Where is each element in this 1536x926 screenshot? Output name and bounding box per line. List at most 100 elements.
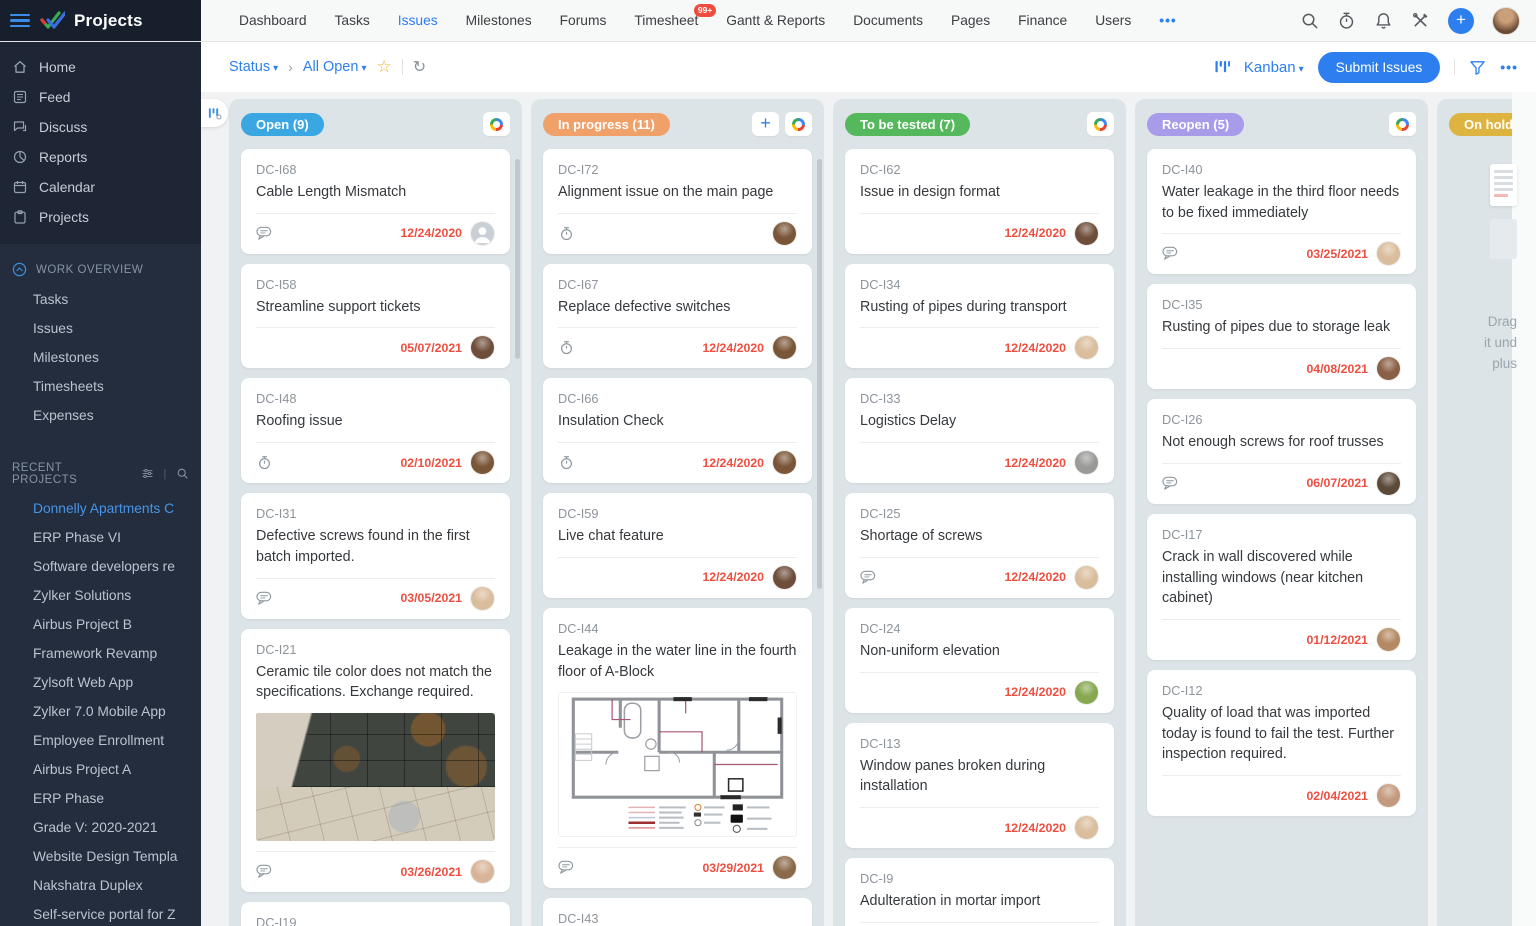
comment-icon[interactable] — [1162, 476, 1179, 491]
nav-item-timesheet[interactable]: Timesheet 99+ — [622, 4, 717, 34]
column-status-pill[interactable]: Reopen (5) — [1147, 112, 1245, 136]
recent-project-zylker-solutions[interactable]: Zylker Solutions — [0, 581, 201, 610]
assignee-avatar[interactable] — [470, 220, 495, 246]
assignee-avatar[interactable] — [1376, 627, 1401, 653]
refresh-icon[interactable]: ↻ — [413, 57, 426, 77]
issue-card[interactable]: DC-I17 Crack in wall discovered while ins… — [1147, 513, 1416, 661]
assignee-avatar[interactable] — [772, 450, 797, 476]
work-overview-item-expenses[interactable]: Expenses — [0, 401, 201, 430]
recent-project-framework-revamp[interactable]: Framework Revamp — [0, 639, 201, 668]
recent-project-website-design-templa[interactable]: Website Design Templa — [0, 842, 201, 871]
recent-project-airbus-project-a[interactable]: Airbus Project A — [0, 755, 201, 784]
column-scrollbar[interactable] — [515, 159, 520, 359]
star-icon[interactable]: ☆ — [376, 57, 391, 77]
assignee-avatar[interactable] — [1376, 356, 1401, 382]
timer-icon[interactable] — [558, 455, 575, 470]
issue-card[interactable]: DC-I35 Rusting of pipes due to storage le… — [1147, 284, 1416, 390]
floor-plan-image[interactable] — [558, 692, 797, 838]
assignee-avatar[interactable] — [470, 859, 495, 885]
sync-icon[interactable] — [1389, 112, 1416, 136]
work-overview-item-timesheets[interactable]: Timesheets — [0, 372, 201, 401]
comment-icon[interactable] — [256, 591, 273, 606]
filter-icon[interactable] — [1469, 59, 1486, 76]
nav-item-gantt-reports[interactable]: Gantt & Reports — [714, 7, 837, 34]
user-avatar[interactable] — [1492, 6, 1520, 35]
issue-card[interactable]: DC-I43Replace primer12/24/2020 — [543, 898, 812, 926]
assignee-avatar[interactable] — [1074, 450, 1099, 476]
nav-more-menu[interactable]: ••• — [1147, 7, 1189, 34]
recent-project-erp-phase[interactable]: ERP Phase — [0, 784, 201, 813]
sidebar-item-reports[interactable]: Reports — [0, 142, 201, 172]
nav-item-users[interactable]: Users — [1083, 7, 1143, 34]
issue-card[interactable]: DC-I31 Defective screws found in the firs… — [241, 493, 510, 619]
assignee-avatar[interactable] — [772, 564, 797, 590]
issue-card[interactable]: DC-I9 Adulteration in mortar import 02/04/… — [845, 858, 1114, 926]
comment-icon[interactable] — [558, 860, 575, 875]
nav-item-documents[interactable]: Documents — [841, 7, 935, 34]
project-filter-icon[interactable] — [141, 467, 154, 481]
work-overview-item-milestones[interactable]: Milestones — [0, 343, 201, 372]
view-filter-dropdown[interactable]: All Open ▾ — [303, 59, 367, 75]
issue-card[interactable]: DC-I58 Streamline support tickets 05/07/20… — [241, 263, 510, 369]
issue-card[interactable]: DC-I68 Cable Length Mismatch 12/24/2020 — [241, 149, 510, 254]
sidebar-item-projects[interactable]: Projects — [0, 202, 201, 232]
recent-project-airbus-project-b[interactable]: Airbus Project B — [0, 610, 201, 639]
column-status-pill[interactable]: In progress (11) — [543, 112, 670, 136]
issue-card[interactable]: DC-I48 Roofing issue 02/10/2021 — [241, 378, 510, 484]
timer-icon[interactable] — [558, 226, 575, 241]
nav-item-finance[interactable]: Finance — [1006, 7, 1079, 34]
comment-icon[interactable] — [256, 226, 273, 241]
recent-project-self-service-portal-for-z[interactable]: Self-service portal for Z — [0, 900, 201, 926]
assignee-avatar[interactable] — [1074, 564, 1099, 590]
issue-card[interactable]: DC-I62 Issue in design format 12/24/2020 — [845, 149, 1114, 254]
recent-project-zylsoft-web-app[interactable]: Zylsoft Web App — [0, 668, 201, 697]
notifications-icon[interactable] — [1374, 11, 1393, 30]
assignee-avatar[interactable] — [1074, 815, 1099, 841]
assignee-avatar[interactable] — [1074, 220, 1099, 246]
timer-icon[interactable] — [256, 455, 273, 470]
issue-card[interactable]: DC-I25 Shortage of screws 12/24/2020 — [845, 493, 1114, 598]
sidebar-item-feed[interactable]: Feed — [0, 82, 201, 112]
assignee-avatar[interactable] — [1376, 470, 1401, 496]
board-panel-toggle[interactable] — [201, 99, 228, 127]
nav-item-dashboard[interactable]: Dashboard — [227, 7, 319, 34]
work-overview-item-tasks[interactable]: Tasks — [0, 285, 201, 314]
column-status-pill[interactable]: Open (9) — [241, 112, 324, 136]
issue-card[interactable]: DC-I13 Window panes broken during install… — [845, 722, 1114, 849]
issue-card[interactable]: DC-I59 Live chat feature 12/24/2020 — [543, 493, 812, 598]
assignee-avatar[interactable] — [470, 585, 495, 611]
issue-card[interactable]: DC-I19Brick curing process delayed and e… — [241, 902, 510, 926]
toolbar-more-icon[interactable]: ••• — [1500, 59, 1518, 75]
assignee-avatar[interactable] — [1074, 679, 1099, 705]
add-button[interactable]: + — [1448, 7, 1474, 34]
work-overview-header[interactable]: WORK OVERVIEW — [0, 254, 201, 285]
issue-card[interactable]: DC-I72 Alignment issue on the main page — [543, 149, 812, 254]
sidebar-item-home[interactable]: Home — [0, 52, 201, 82]
issue-card[interactable]: DC-I21 Ceramic tile color does not match … — [241, 628, 510, 893]
recent-project-erp-phase-vi[interactable]: ERP Phase VI — [0, 523, 201, 552]
recent-project-nakshatra-duplex[interactable]: Nakshatra Duplex — [0, 871, 201, 900]
issue-card[interactable]: DC-I40 Water leakage in the third floor n… — [1147, 149, 1416, 275]
assignee-avatar[interactable] — [772, 220, 797, 246]
nav-item-pages[interactable]: Pages — [939, 7, 1002, 34]
issue-card[interactable]: DC-I34 Rusting of pipes during transport 1… — [845, 263, 1114, 369]
issue-card[interactable]: DC-I33 Logistics Delay 12/24/2020 — [845, 378, 1114, 484]
assignee-avatar[interactable] — [772, 335, 797, 361]
recent-project-donnelly-apartments-c[interactable]: Donnelly Apartments C — [0, 494, 201, 523]
issue-card[interactable]: DC-I24 Non-uniform elevation 12/24/2020 — [845, 607, 1114, 713]
view-mode-dropdown[interactable]: Kanban ▾ — [1244, 59, 1304, 76]
assignee-avatar[interactable] — [470, 450, 495, 476]
recent-project-zylker-7-0-mobile-app[interactable]: Zylker 7.0 Mobile App — [0, 697, 201, 726]
issue-card[interactable]: DC-I67 Replace defective switches 12/24/20… — [543, 263, 812, 369]
nav-item-issues[interactable]: Issues — [386, 7, 450, 34]
sidebar-item-discuss[interactable]: Discuss — [0, 112, 201, 142]
recent-project-grade-v-2020-2021[interactable]: Grade V: 2020-2021 — [0, 813, 201, 842]
tools-icon[interactable] — [1411, 11, 1430, 30]
add-issue-button[interactable]: + — [752, 112, 779, 136]
sync-icon[interactable] — [785, 112, 812, 136]
timer-icon[interactable] — [1337, 11, 1356, 30]
submit-issues-button[interactable]: Submit Issues — [1317, 51, 1441, 83]
sync-icon[interactable] — [483, 112, 510, 136]
assignee-avatar[interactable] — [1376, 783, 1401, 809]
comment-icon[interactable] — [1162, 246, 1179, 261]
